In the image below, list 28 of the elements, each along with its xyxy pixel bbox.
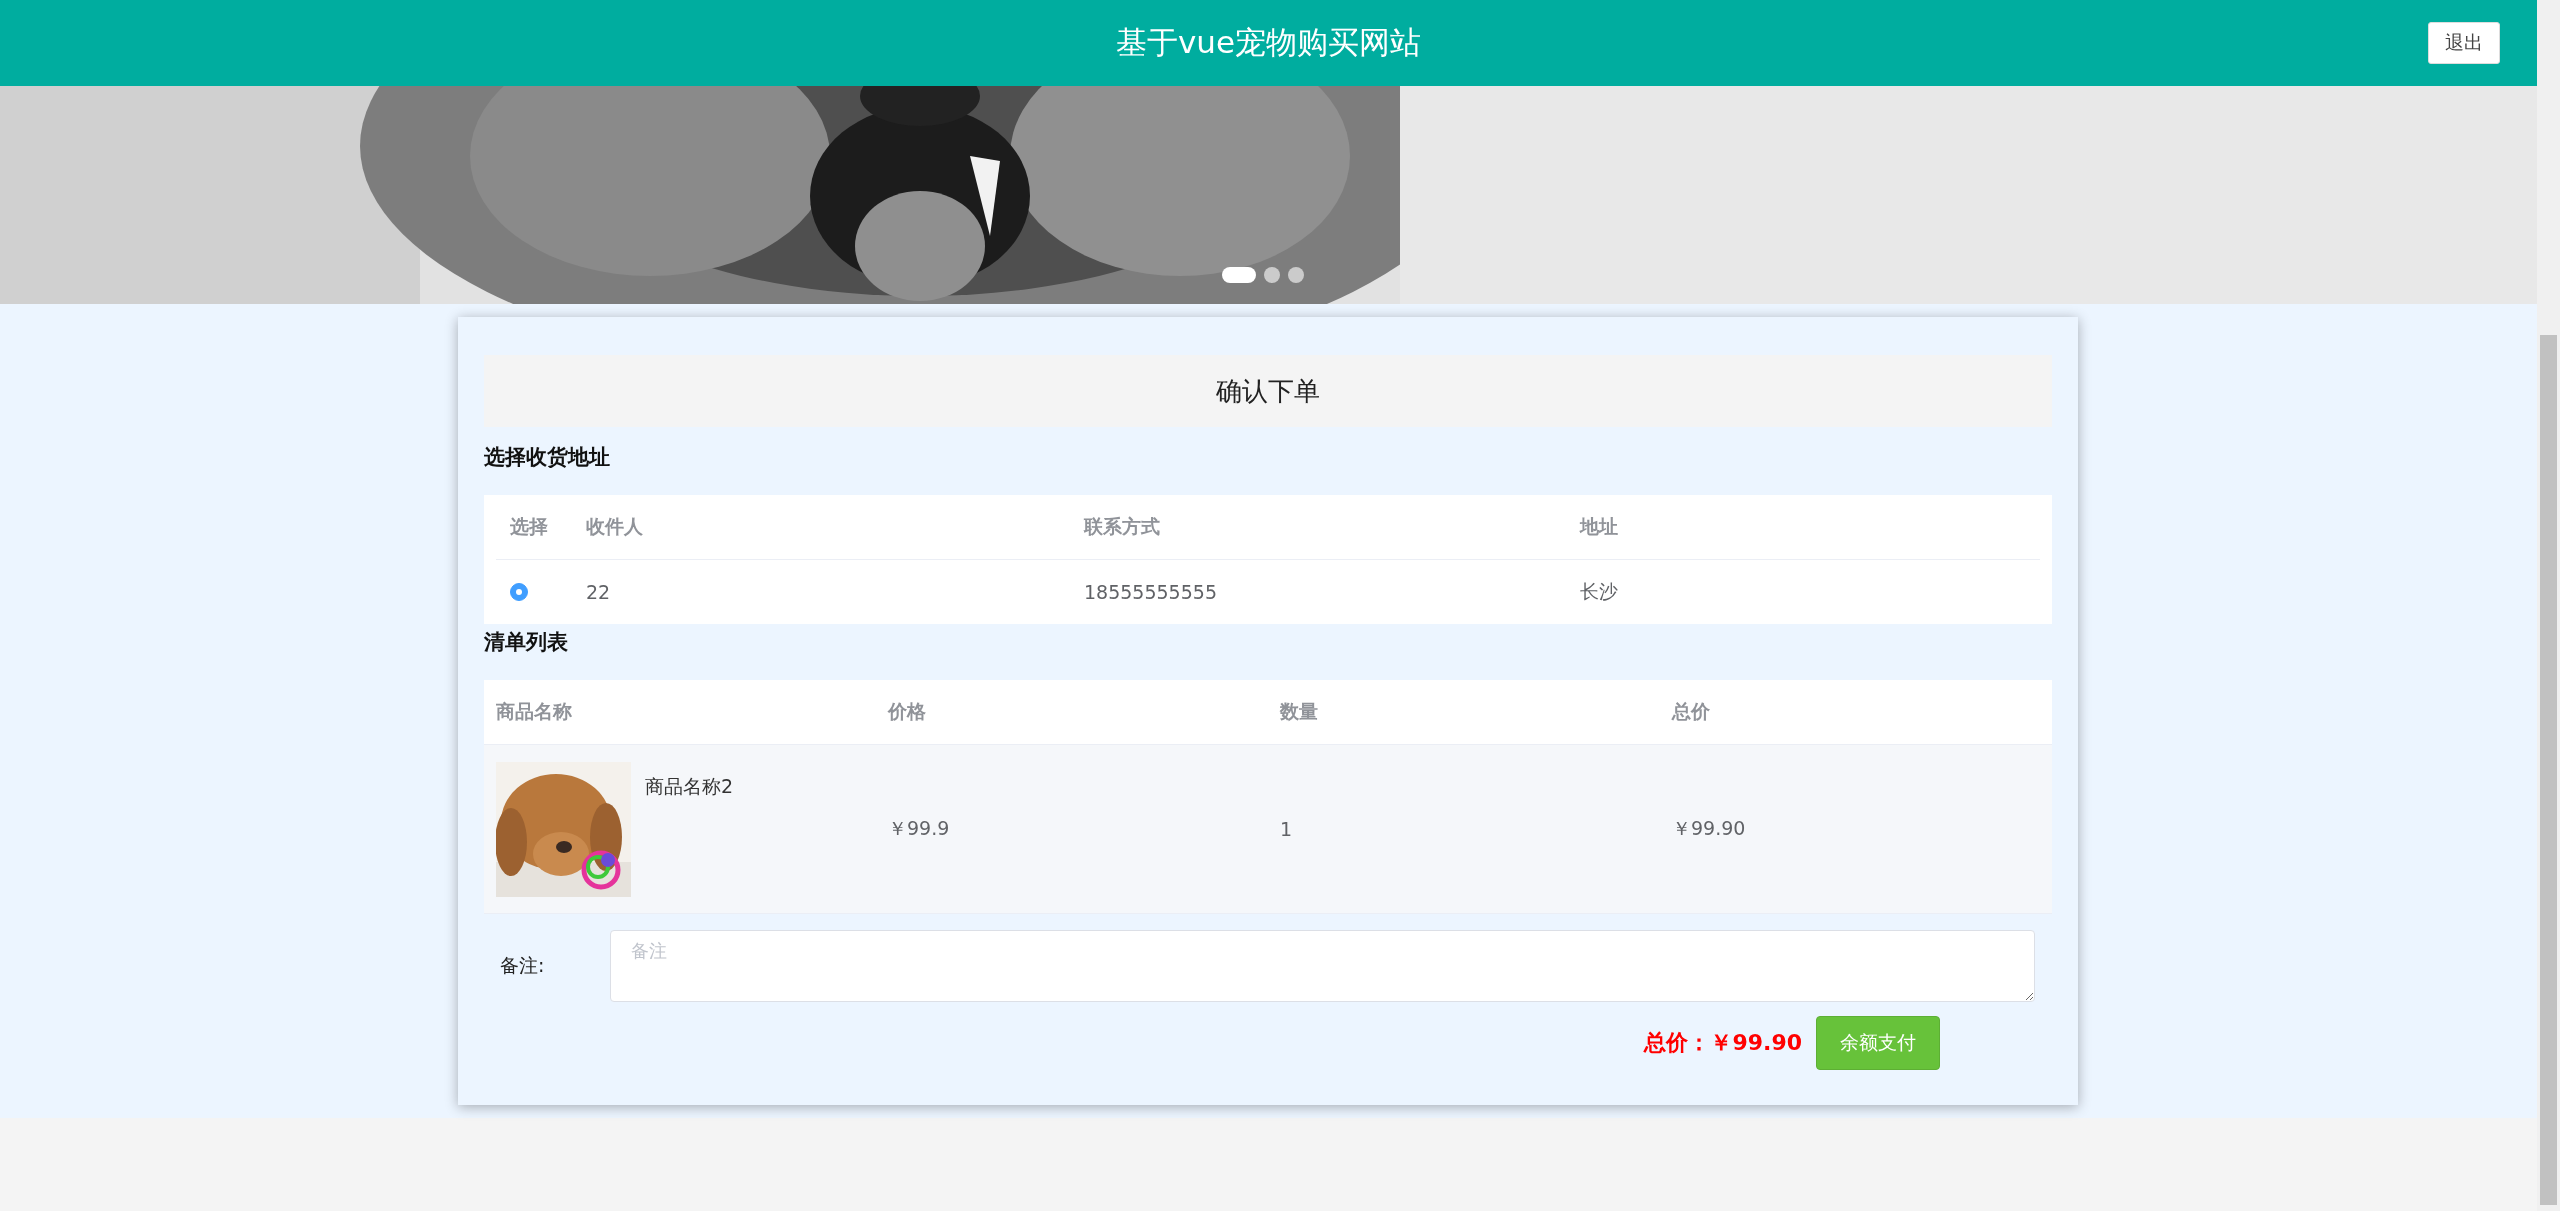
table-cell-text: 1 [1279, 818, 1294, 840]
column-header: 数量 [1279, 699, 1319, 724]
column-header: 地址 [1578, 514, 1619, 539]
column-header: 联系方式 [1082, 514, 1161, 539]
column-header: 收件人 [585, 514, 644, 539]
carousel-indicator[interactable] [1288, 267, 1304, 283]
section-title: 选择收货地址 [484, 444, 611, 471]
table-cell-text: 18555555555 [1083, 581, 1218, 603]
table-cell-text: ￥99.9 [887, 816, 951, 841]
logout-button[interactable]: 退出 [2428, 22, 2500, 64]
table-cell-text: ￥99.90 [1671, 816, 1747, 841]
table-cell-text: 22 [585, 581, 612, 603]
carousel-indicator[interactable] [1222, 267, 1256, 283]
remark-label: 备注: [499, 953, 546, 978]
site-title: 基于vue宠物购买网站 [1115, 23, 1422, 62]
scrollbar[interactable] [2537, 0, 2560, 1211]
card-title: 确认下单 [484, 355, 2052, 427]
total-price: 总价：￥99.90 [1644, 1029, 1802, 1057]
column-header: 价格 [886, 699, 927, 724]
carousel-indicator[interactable] [1264, 267, 1280, 283]
radio-button[interactable] [510, 583, 528, 601]
column-header: 选择 [509, 514, 549, 539]
remark-field[interactable]: 备注 [610, 930, 2035, 1002]
column-header: 总价 [1670, 699, 1711, 724]
table-cell-text: 长沙 [1579, 579, 1619, 604]
product-name: 商品名称2 [645, 773, 734, 799]
section-title: 清单列表 [484, 629, 569, 656]
column-header: 商品名称 [495, 699, 573, 724]
